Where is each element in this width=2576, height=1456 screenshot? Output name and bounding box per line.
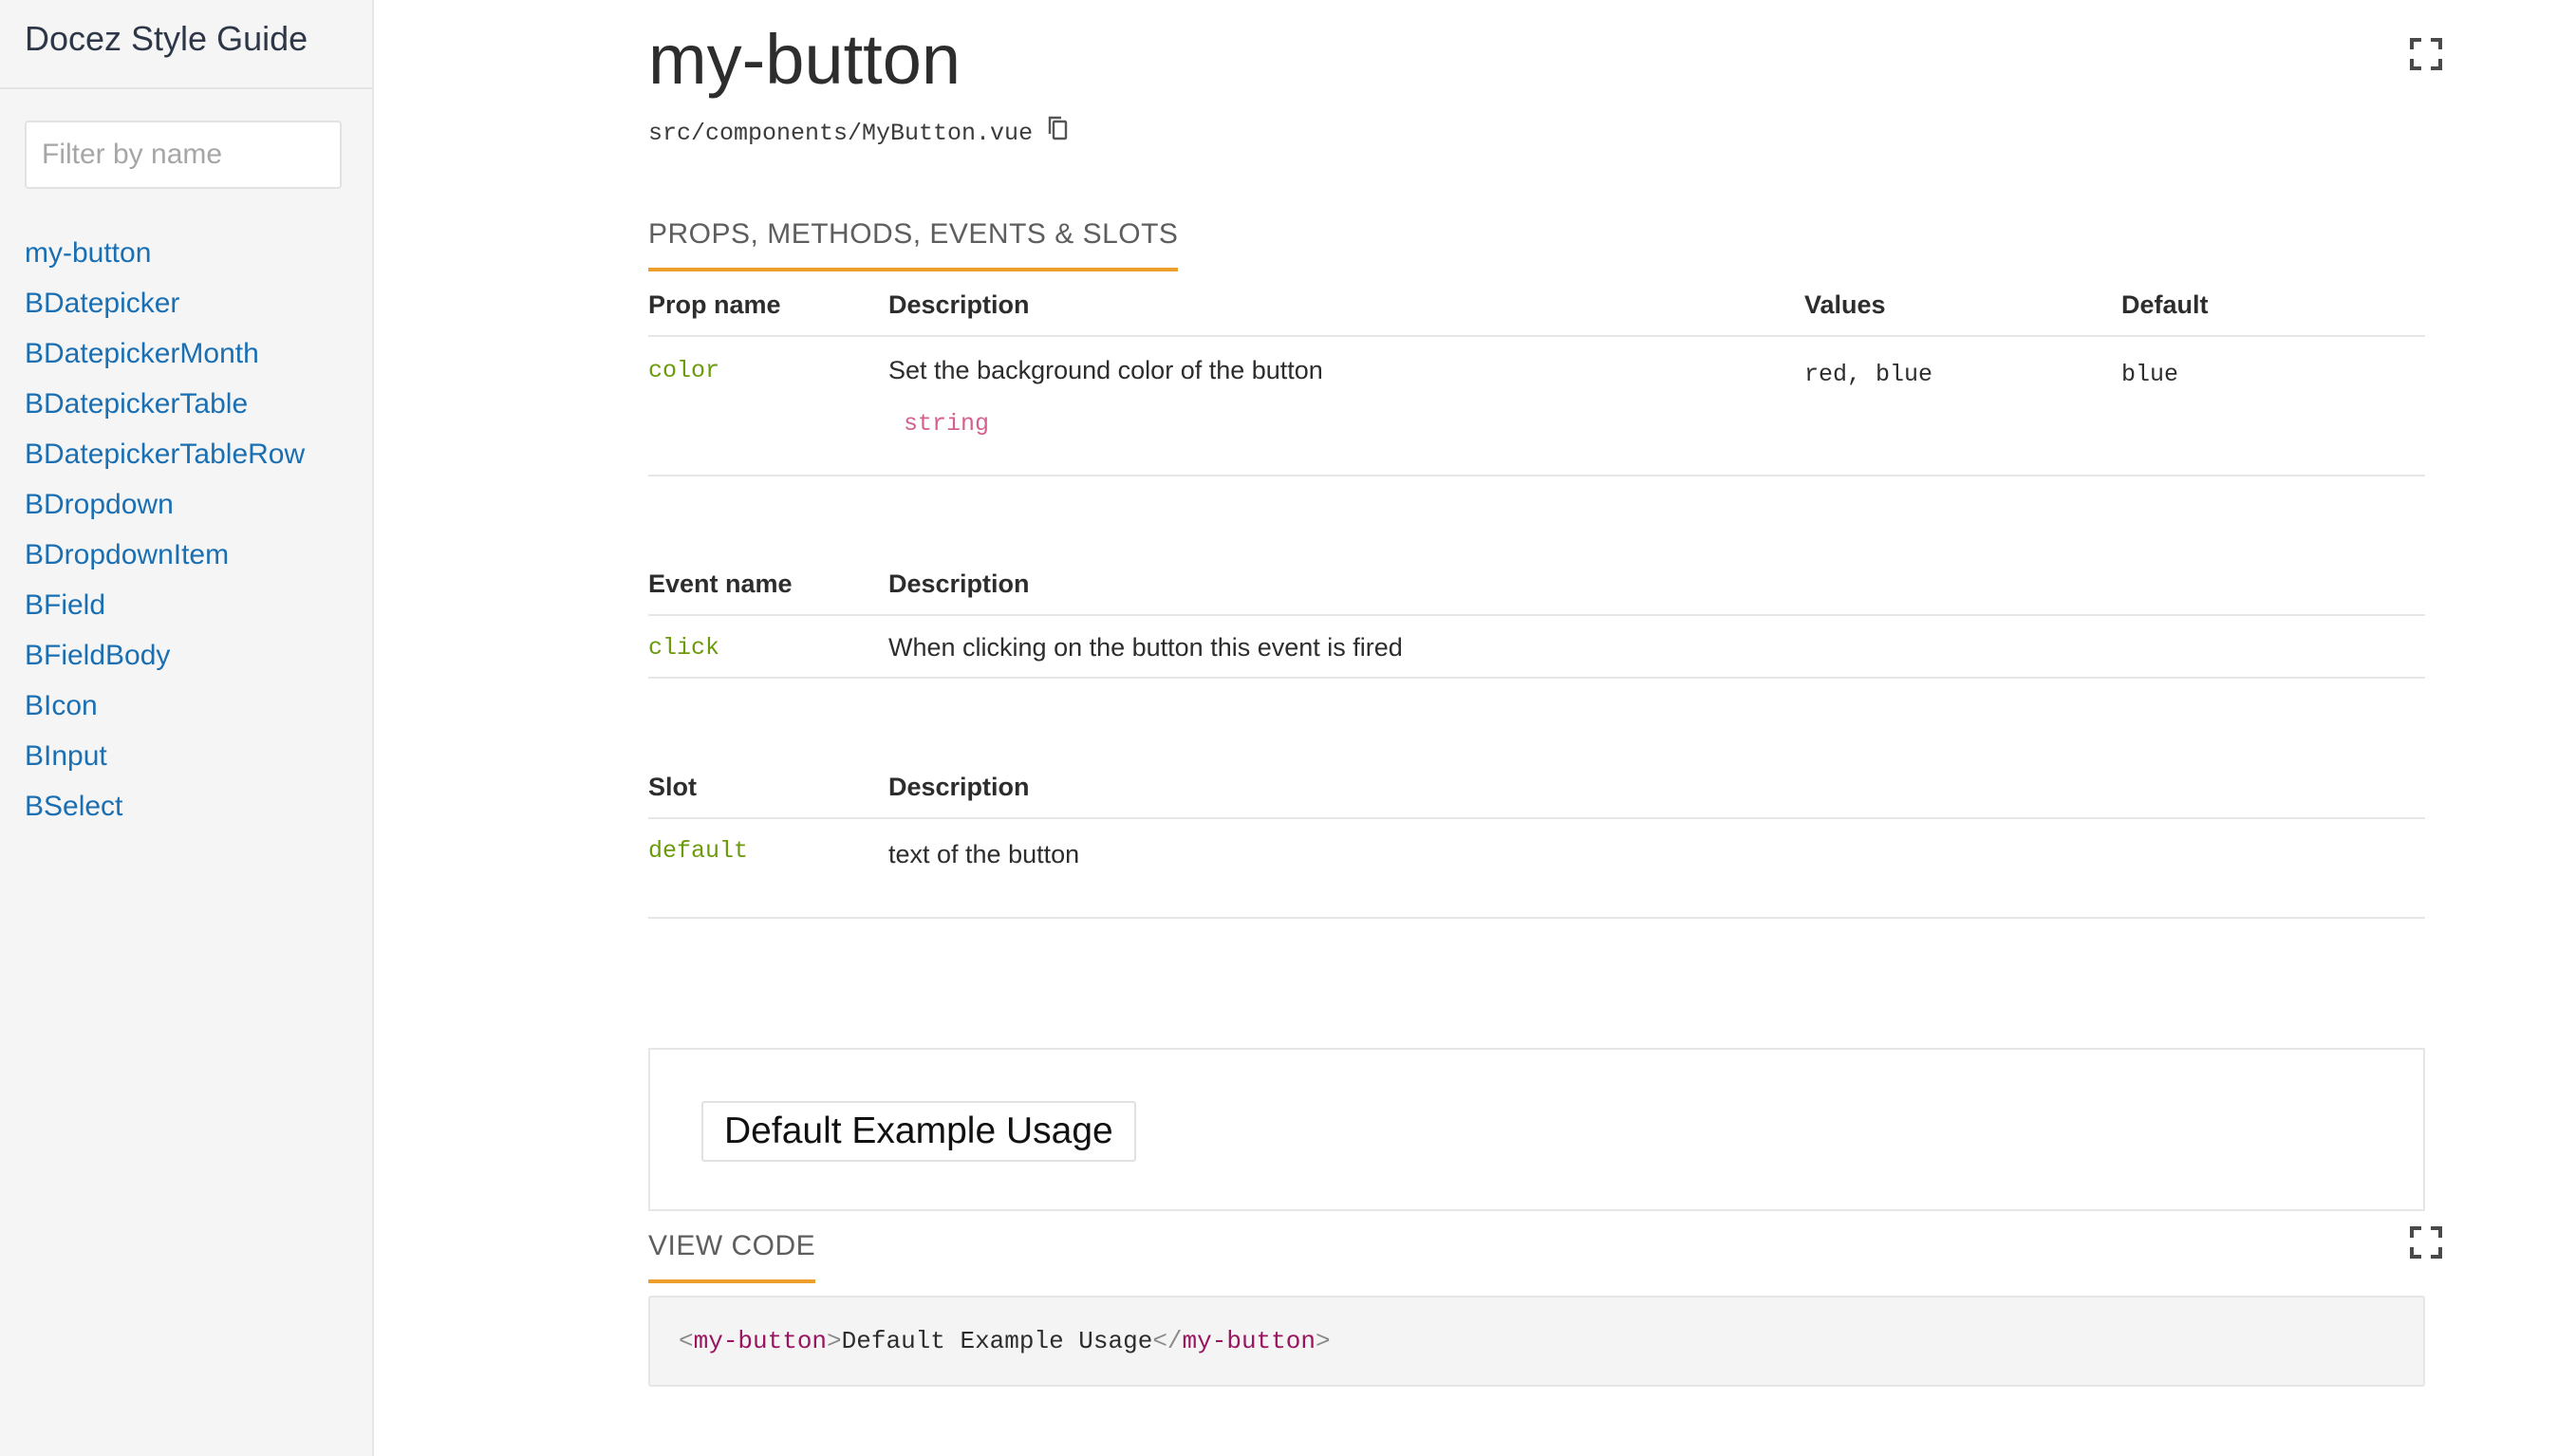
slots-header-row: Slot Description bbox=[648, 757, 2425, 819]
component-nav: my-button BDatepicker BDatepickerMonth B… bbox=[25, 233, 305, 837]
column-header-description: Description bbox=[888, 757, 2425, 819]
props-table: Prop name Description Values Default col… bbox=[648, 275, 2425, 476]
table-row: default text of the button bbox=[648, 818, 2425, 919]
table-row: click When clicking on the button this e… bbox=[648, 615, 2425, 679]
column-header-prop-name: Prop name bbox=[648, 275, 888, 337]
column-header-description: Description bbox=[888, 554, 2425, 616]
code-punct: < bbox=[679, 1327, 694, 1355]
prop-default: blue bbox=[2121, 361, 2179, 388]
copy-icon[interactable] bbox=[1046, 115, 1069, 141]
filter-input[interactable] bbox=[25, 121, 342, 189]
prop-type: string bbox=[904, 410, 990, 438]
event-name: click bbox=[648, 634, 720, 662]
nav-item-bfield[interactable]: BField bbox=[25, 586, 305, 636]
nav-item-bdropdownitem[interactable]: BDropdownItem bbox=[25, 535, 305, 586]
nav-item-bdatepickermonth[interactable]: BDatepickerMonth bbox=[25, 334, 305, 384]
column-header-values: Values bbox=[1804, 275, 2121, 337]
nav-item-bfieldbody[interactable]: BFieldBody bbox=[25, 636, 305, 686]
default-example-button[interactable]: Default Example Usage bbox=[701, 1101, 1136, 1162]
column-header-description: Description bbox=[888, 275, 1804, 337]
code-content: Default Example Usage bbox=[841, 1327, 1153, 1355]
column-header-event-name: Event name bbox=[648, 554, 888, 616]
event-description: When clicking on the button this event i… bbox=[888, 633, 1403, 662]
sidebar: Docez Style Guide my-button BDatepicker … bbox=[0, 0, 374, 1456]
code-punct: > bbox=[827, 1327, 842, 1355]
slot-name: default bbox=[648, 837, 749, 865]
prop-name: color bbox=[648, 357, 720, 384]
nav-item-bdatepickertablerow[interactable]: BDatepickerTableRow bbox=[25, 435, 305, 485]
code-punct: </ bbox=[1152, 1327, 1183, 1355]
events-table: Event name Description click When clicki… bbox=[648, 554, 2425, 679]
prop-values: red, blue bbox=[1804, 361, 1933, 388]
nav-item-bdropdown[interactable]: BDropdown bbox=[25, 485, 305, 535]
tab-props-methods-events-slots[interactable]: PROPS, METHODS, EVENTS & SLOTS bbox=[648, 218, 1179, 271]
nav-item-bdatepicker[interactable]: BDatepicker bbox=[25, 284, 305, 334]
nav-item-bicon[interactable]: BIcon bbox=[25, 686, 305, 737]
slot-description: text of the button bbox=[888, 840, 1080, 868]
column-header-slot: Slot bbox=[648, 757, 888, 819]
events-header-row: Event name Description bbox=[648, 554, 2425, 616]
file-path-row: src/components/MyButton.vue bbox=[648, 116, 1069, 147]
main-content: my-button src/components/MyButton.vue PR… bbox=[648, 0, 2442, 1456]
expand-code-icon[interactable] bbox=[2410, 1226, 2442, 1259]
tab-view-code[interactable]: VIEW CODE bbox=[648, 1230, 816, 1283]
nav-item-bselect[interactable]: BSelect bbox=[25, 787, 305, 837]
page-title: my-button bbox=[648, 20, 961, 99]
expand-icon[interactable] bbox=[2410, 38, 2442, 70]
code-tag: my-button bbox=[1182, 1327, 1316, 1355]
table-row: color Set the background color of the bu… bbox=[648, 336, 2425, 476]
code-block: < my-button > Default Example Usage </my-but… bbox=[648, 1296, 2425, 1387]
column-header-default: Default bbox=[2121, 275, 2425, 337]
nav-item-binput[interactable]: BInput bbox=[25, 737, 305, 787]
nav-item-bdatepickertable[interactable]: BDatepickerTable bbox=[25, 384, 305, 435]
prop-description: Set the background color of the button bbox=[888, 356, 1323, 384]
code-punct: > bbox=[1315, 1327, 1331, 1355]
nav-item-my-button[interactable]: my-button bbox=[25, 233, 305, 284]
example-preview: Default Example Usage bbox=[648, 1048, 2425, 1211]
code-tag: my-button bbox=[693, 1327, 828, 1355]
brand-title[interactable]: Docez Style Guide bbox=[0, 0, 372, 89]
props-header-row: Prop name Description Values Default bbox=[648, 275, 2425, 337]
component-path: src/components/MyButton.vue bbox=[648, 120, 1034, 147]
slots-table: Slot Description default text of the but… bbox=[648, 757, 2425, 919]
